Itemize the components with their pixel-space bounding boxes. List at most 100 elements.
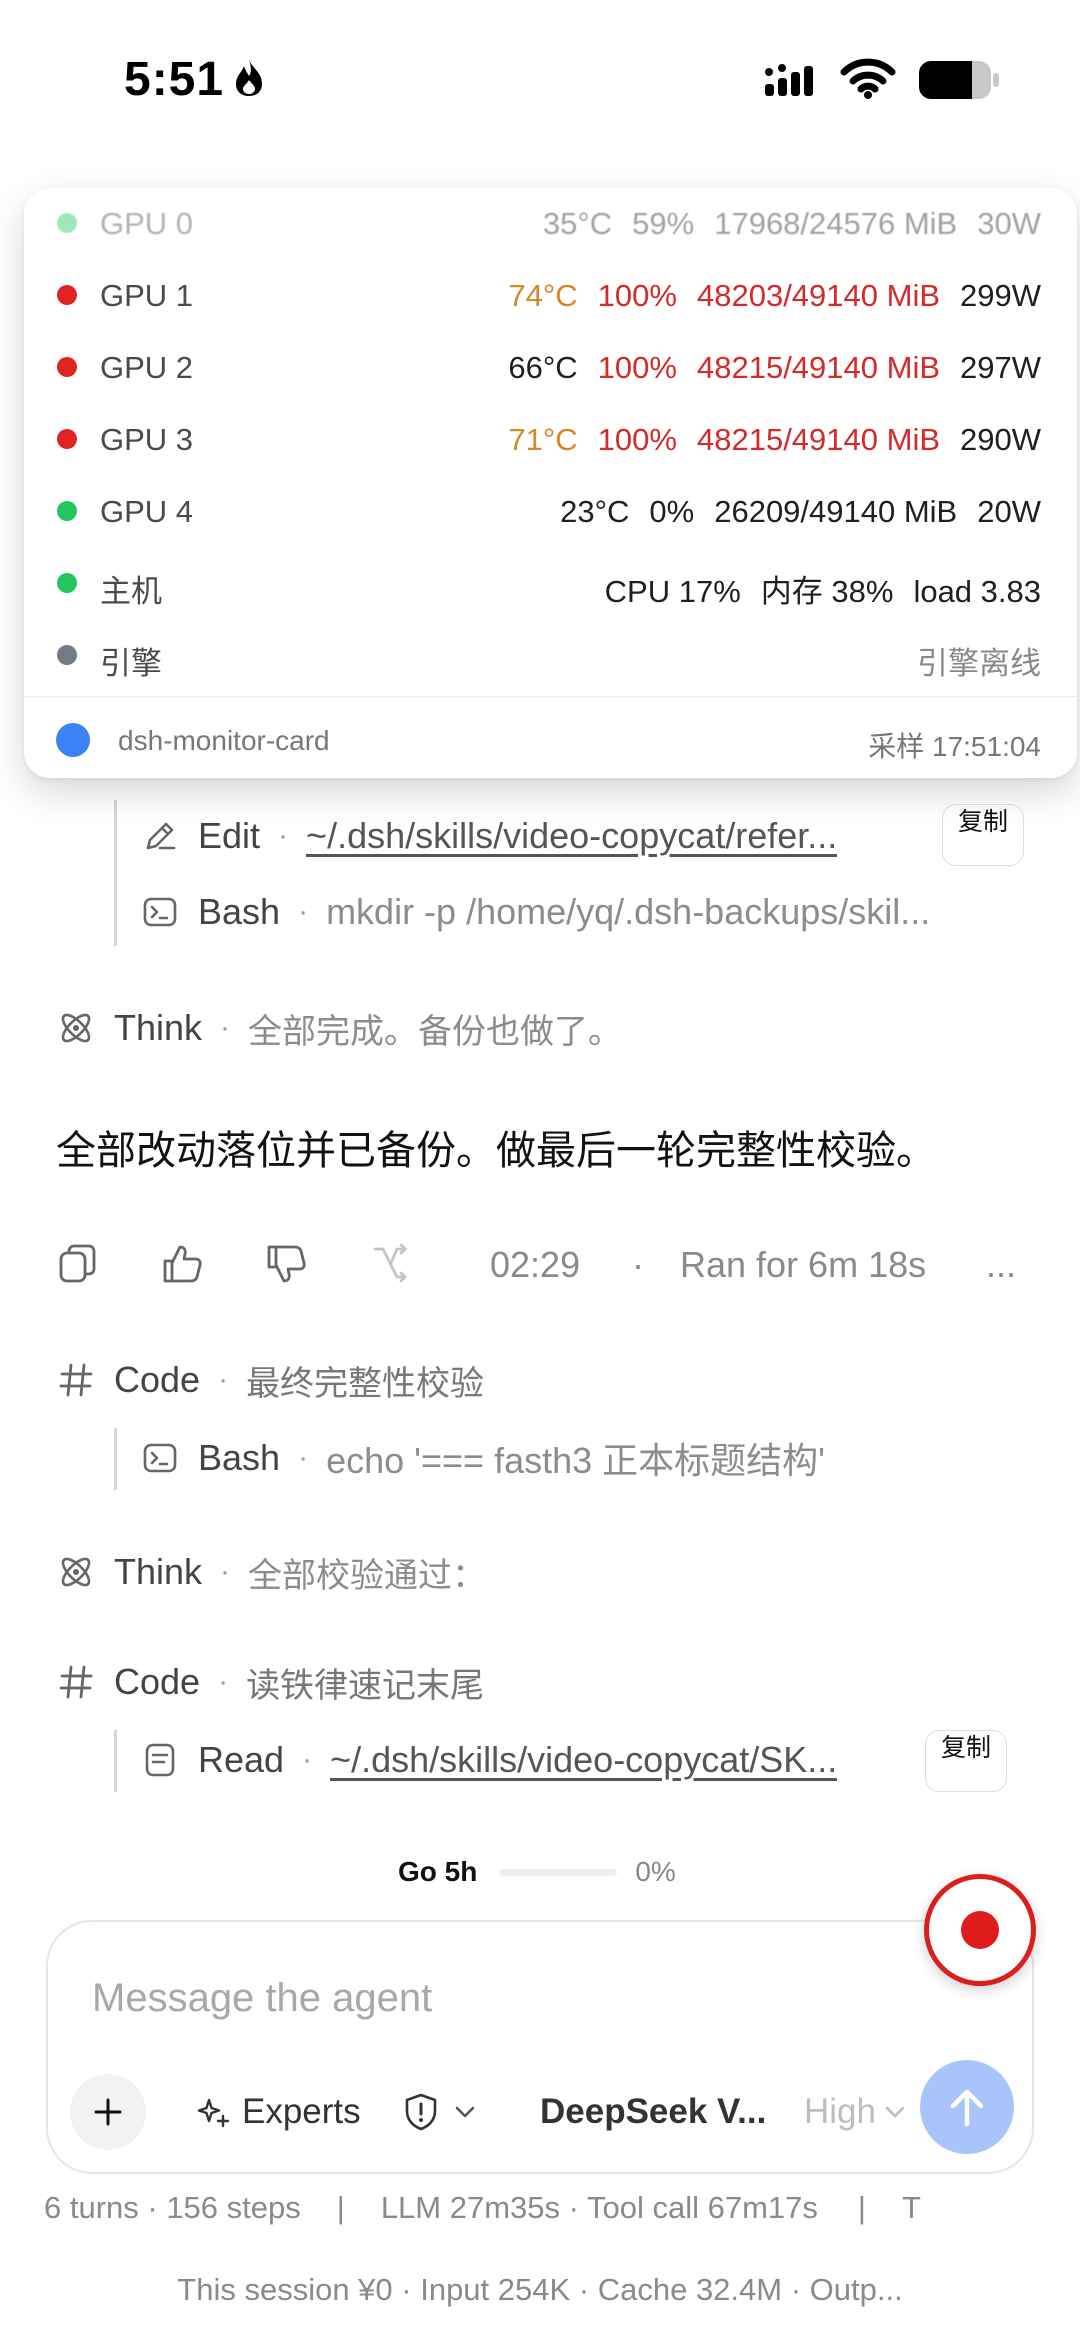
turn-count: 6 turns · 156 steps <box>44 2190 301 2225</box>
status-dot <box>57 357 77 377</box>
step-think[interactable]: Think · 全部校验通过： <box>56 1542 486 1602</box>
gpu-name: GPU 2 <box>100 350 194 385</box>
gpu-util: 59% <box>632 206 695 241</box>
gpu-name: GPU 3 <box>100 422 194 457</box>
step-code[interactable]: Code · 最终完整性校验 <box>56 1350 484 1410</box>
time-breakdown: LLM 27m35s · Tool call 67m17s <box>380 2190 818 2225</box>
step-bash[interactable]: Bash · echo '=== fasth3 正本标题结构' <box>140 1428 825 1488</box>
step-code[interactable]: Code · 读铁律速记末尾 <box>56 1652 484 1712</box>
stats-divider: | <box>336 2190 345 2225</box>
gpu-power: 30W <box>977 206 1041 241</box>
experts-button[interactable]: Experts <box>196 2082 361 2142</box>
flame-icon <box>236 60 262 96</box>
battery-icon <box>919 61 999 99</box>
step-file-link[interactable]: ~/.dsh/skills/video-copycat/refer... <box>306 815 837 857</box>
step-separator: · <box>220 1011 231 1044</box>
branch-icon <box>373 1243 407 1283</box>
meta-separator: · <box>632 1244 644 1285</box>
message-time: 02:29 <box>490 1244 581 1285</box>
step-separator: · <box>302 1743 313 1776</box>
thumbs-down-button[interactable] <box>258 1236 314 1292</box>
gpu-mem: 17968/24576 MiB <box>714 206 958 241</box>
status-dot <box>57 213 77 233</box>
status-dot <box>57 429 77 449</box>
gpu-power: 297W <box>960 350 1041 385</box>
step-separator: · <box>278 819 289 852</box>
gpu-name: GPU 1 <box>100 278 194 313</box>
experts-label: Experts <box>242 2092 361 2131</box>
step-separator: · <box>298 895 309 928</box>
plus-icon <box>94 2098 122 2126</box>
step-bash[interactable]: Bash · mkdir -p /home/yq/.dsh-backups/sk… <box>140 882 930 942</box>
terminal-icon <box>140 1438 180 1478</box>
thumbs-up-button[interactable] <box>154 1236 210 1292</box>
gpu-row: GPU 2 66°C 100% 48215/49140 MiB 297W <box>24 332 1077 404</box>
host-cpu: CPU 17% <box>604 574 741 609</box>
send-button[interactable] <box>920 2060 1014 2154</box>
gpu-power: 299W <box>960 278 1041 313</box>
step-file-link[interactable]: ~/.dsh/skills/video-copycat/SK... <box>330 1739 837 1781</box>
sample-time: 采样 17:51:04 <box>868 731 1041 762</box>
gpu-temp: 66°C <box>508 350 578 385</box>
step-label: Bash <box>198 891 281 932</box>
copy-button[interactable]: 复制 <box>942 804 1024 866</box>
copy-message-button[interactable] <box>50 1236 106 1292</box>
usage-bar <box>499 1868 618 1876</box>
add-attachment-button[interactable] <box>70 2074 146 2150</box>
step-read[interactable]: Read · ~/.dsh/skills/video-copycat/SK... <box>140 1730 837 1790</box>
engine-stats: 引擎离线 <box>897 638 1041 683</box>
engine-status: 引擎离线 <box>917 646 1041 681</box>
step-label: Think <box>114 1551 203 1592</box>
hash-icon <box>56 1360 96 1400</box>
effort-label: High <box>804 2092 876 2131</box>
gpu-temp: 35°C <box>542 206 613 241</box>
branch-button[interactable] <box>362 1236 418 1292</box>
step-command: mkdir -p /home/yq/.dsh-backups/skil... <box>326 891 931 932</box>
copy-icon <box>59 1244 96 1283</box>
step-separator: · <box>218 1363 229 1396</box>
step-thread-line <box>114 1428 117 1490</box>
gpu-util: 100% <box>597 350 677 385</box>
session-cost: This session ¥0 · Input 254K · Cache 32.… <box>177 2272 903 2307</box>
message-composer: Experts DeepSeek V... High <box>46 1920 1034 2174</box>
engine-row: 引擎 引擎离线 <box>24 620 1077 692</box>
gpu-mem: 48215/49140 MiB <box>696 422 941 457</box>
document-icon <box>140 1740 180 1780</box>
copy-button[interactable]: 复制 <box>925 1730 1007 1792</box>
clock: 5:51 <box>124 53 225 106</box>
record-icon <box>961 1911 999 1949</box>
atom-icon <box>56 1552 96 1592</box>
thumbs-up-icon <box>163 1245 202 1283</box>
step-separator: · <box>220 1555 231 1588</box>
thumbs-down-icon <box>267 1245 306 1283</box>
message-input[interactable] <box>92 1970 912 2026</box>
session-stats: 6 turns · 156 steps | LLM 27m35s · Tool ca… <box>44 2190 1080 2226</box>
record-button[interactable] <box>924 1874 1036 1986</box>
chevron-down-icon <box>455 2106 475 2118</box>
gpu-util: 0% <box>649 494 695 529</box>
cellular-signal-icon <box>765 64 813 96</box>
host-stats: CPU 17% 内存 38% load 3.83 <box>585 566 1041 611</box>
usage-indicator: Go 5h 0% <box>398 1852 676 1892</box>
monitor-footer: dsh-monitor-card 采样 17:51:04 <box>24 696 1077 778</box>
gpu-temp: 74°C <box>508 278 578 313</box>
status-dot <box>57 573 77 593</box>
gpu-row: GPU 3 71°C 100% 48215/49140 MiB 290W <box>24 404 1077 476</box>
gpu-stats: 23°C 0% 26209/49140 MiB 20W <box>540 494 1041 530</box>
shield-icon <box>405 2093 437 2131</box>
model-selector[interactable]: DeepSeek V... <box>540 2082 766 2142</box>
pencil-icon <box>140 816 180 856</box>
permission-mode-button[interactable] <box>402 2082 478 2142</box>
step-edit[interactable]: Edit · ~/.dsh/skills/video-copycat/refer… <box>140 806 837 866</box>
effort-selector[interactable]: High <box>804 2082 908 2142</box>
step-detail: 全部校验通过： <box>248 1556 487 1595</box>
step-label: Code <box>114 1661 201 1702</box>
gpu-row: GPU 0 35°C 59% 17968/24576 MiB 30W <box>24 188 1077 260</box>
gpu-util: 100% <box>597 278 677 313</box>
host-name: 主机 <box>100 574 162 609</box>
engine-name: 引擎 <box>100 646 162 681</box>
gpu-mem: 48215/49140 MiB <box>696 350 941 385</box>
gpu-row: GPU 1 74°C 100% 48203/49140 MiB 299W <box>24 260 1077 332</box>
more-menu-button[interactable]: ... <box>986 1244 1016 1286</box>
step-think[interactable]: Think · 全部完成。备份也做了。 <box>56 998 622 1058</box>
